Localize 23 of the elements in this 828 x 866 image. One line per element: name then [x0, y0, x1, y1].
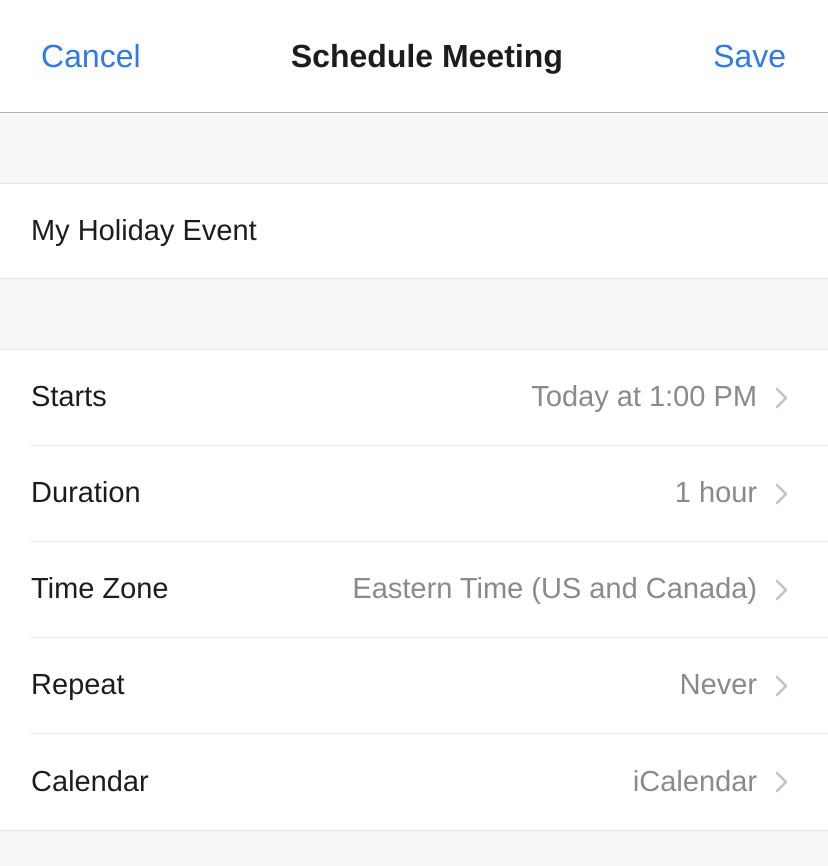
chevron-icon	[775, 482, 788, 504]
settings-row[interactable]: Repeat Never	[31, 638, 828, 734]
setting-label: Repeat	[31, 669, 125, 702]
setting-label: Calendar	[31, 766, 149, 798]
settings-row[interactable]: Time Zone Eastern Time (US and Canada)	[31, 542, 828, 638]
setting-value: Never	[680, 669, 757, 702]
chevron-icon	[775, 386, 788, 408]
cancel-button[interactable]: Cancel	[41, 38, 141, 74]
screen-title: Schedule Meeting	[290, 38, 563, 74]
chevron-icon	[775, 771, 788, 793]
chevron-icon	[775, 578, 788, 600]
chevron-icon	[775, 674, 788, 696]
setting-label: Time Zone	[31, 573, 169, 606]
setting-value: 1 hour	[674, 477, 757, 510]
setting-value: Eastern Time (US and Canada)	[352, 573, 757, 606]
setting-value: iCalendar	[632, 766, 757, 798]
settings-row[interactable]: Starts Today at 1:00 PM	[31, 350, 828, 446]
settings-row[interactable]: Calendar iCalendar	[31, 734, 828, 830]
setting-value: Today at 1:00 PM	[531, 381, 757, 414]
setting-label: Duration	[31, 477, 141, 510]
setting-label: Starts	[31, 381, 107, 414]
settings-row[interactable]: Duration 1 hour	[31, 446, 828, 542]
save-button[interactable]: Save	[713, 38, 786, 74]
